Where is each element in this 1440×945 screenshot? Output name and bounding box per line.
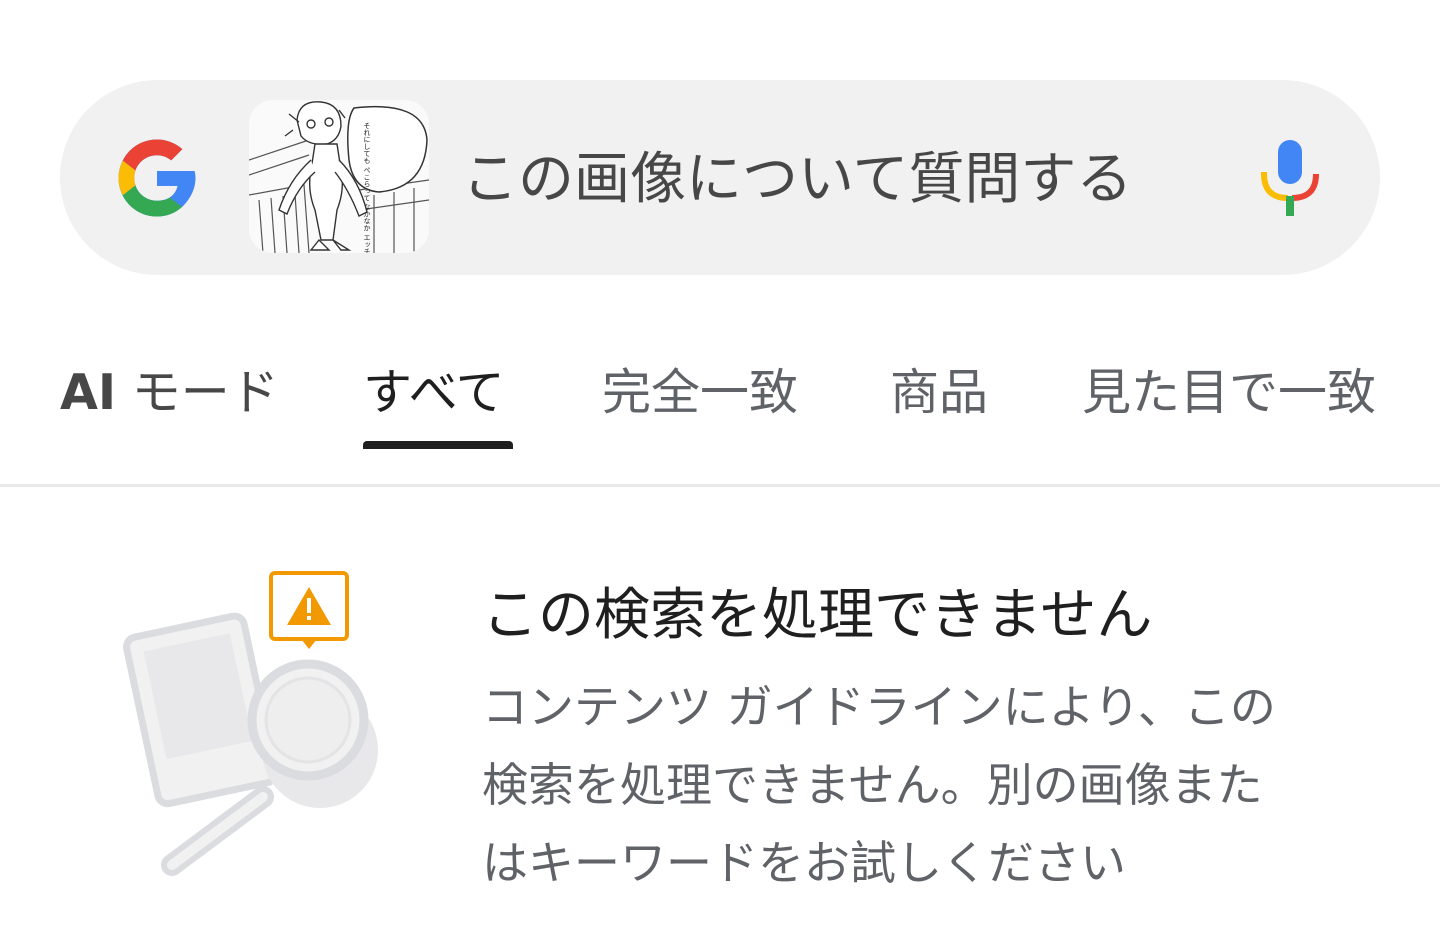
- tab-exact-match[interactable]: 完全一致: [602, 358, 798, 428]
- search-query-placeholder[interactable]: この画像について質問する: [462, 140, 1132, 220]
- microphone-icon[interactable]: [1258, 138, 1322, 218]
- tabs-divider: [0, 484, 1440, 487]
- error-message-line: はキーワードをお試しください: [482, 836, 1126, 890]
- manga-panel-image: それにしても ぺこらって なかなか エッチだよな: [249, 100, 429, 253]
- error-title: この検索を処理できません: [482, 583, 1153, 648]
- search-error-illustration-icon: [123, 571, 378, 876]
- error-message-line: 検索を処理できません。別の画像また: [482, 758, 1263, 812]
- selected-tab-indicator: [363, 441, 513, 449]
- warning-icon: [269, 571, 349, 649]
- tab-ai-mode-label: モード: [116, 364, 279, 421]
- tab-visual-match[interactable]: 見た目で一致: [1082, 358, 1376, 428]
- tab-all[interactable]: すべて: [363, 358, 505, 428]
- speech-bubble-text: それにしても ぺこらって なかなか エッチだよな: [363, 122, 371, 253]
- google-g-logo-icon[interactable]: [113, 136, 201, 220]
- error-message-line: コンテンツ ガイドラインにより、この: [482, 680, 1276, 734]
- error-message: コンテンツ ガイドラインにより、この 検索を処理できません。別の画像また はキー…: [482, 668, 1382, 902]
- page: それにしても ぺこらって なかなか エッチだよな この画像について質問する AI…: [0, 0, 1440, 945]
- query-image-thumbnail[interactable]: それにしても ぺこらって なかなか エッチだよな: [249, 100, 429, 253]
- tab-products[interactable]: 商品: [890, 358, 988, 428]
- tab-ai-mode-prefix: AI: [60, 364, 117, 421]
- tab-ai-mode[interactable]: AI モード: [60, 358, 279, 428]
